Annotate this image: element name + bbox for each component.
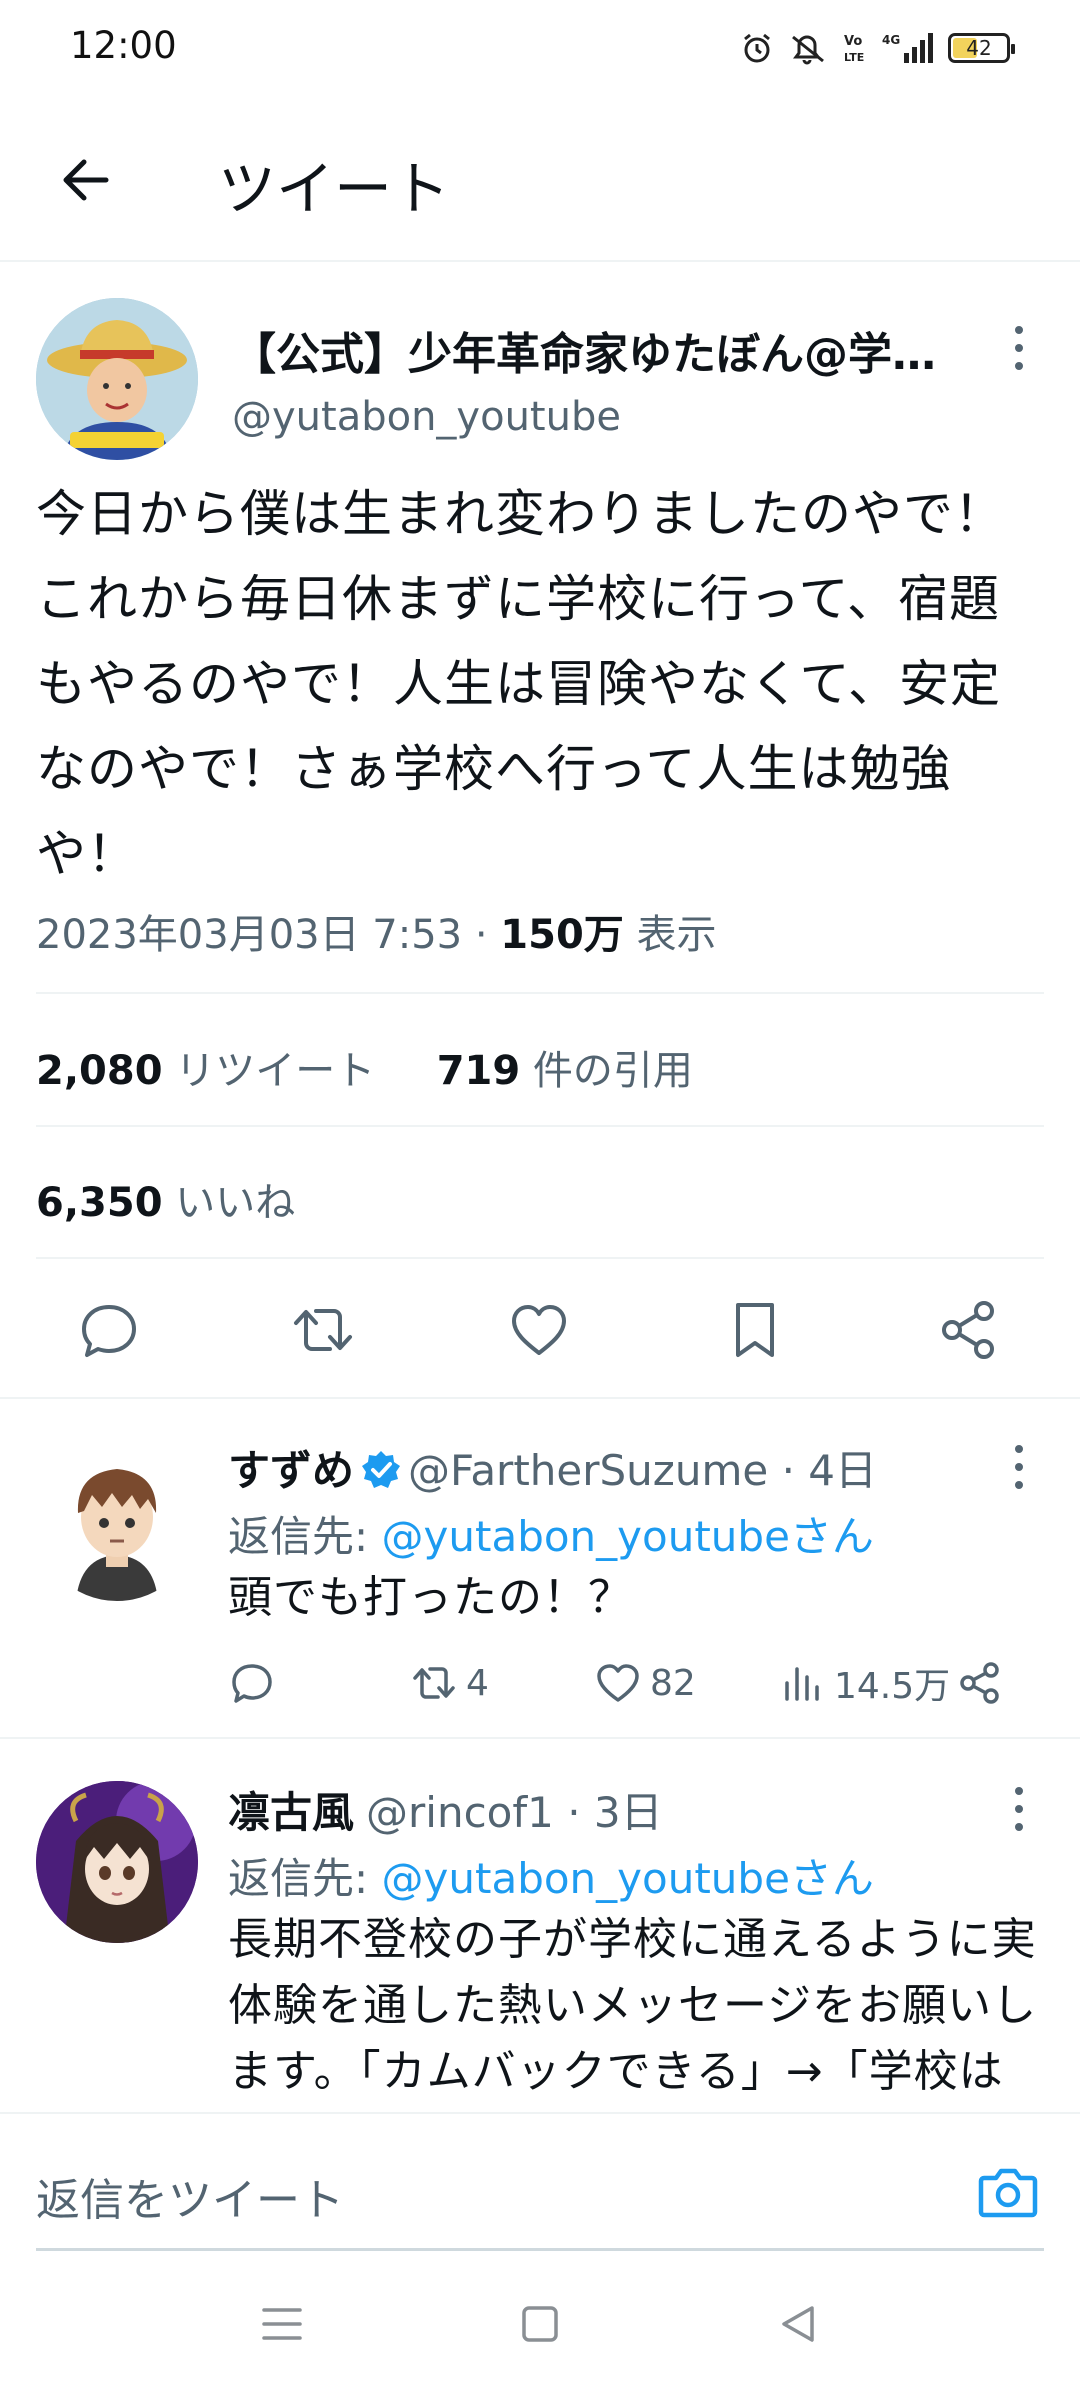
reply-header: 凛古風 @rincof1 · 3日 <box>228 1779 663 1840</box>
retweet-button[interactable]: 4 <box>410 1653 489 1713</box>
reply-item[interactable]: 凛古風 @rincof1 · 3日 返信先: @yutabon_youtubeさん… <box>0 1741 1080 2112</box>
battery-icon: 42 <box>948 33 1015 63</box>
home-square-icon[interactable] <box>512 2296 568 2352</box>
reply-to: 返信先: @yutabon_youtubeさん <box>228 1845 874 1906</box>
quotes-count: 719 <box>436 1048 521 1094</box>
composer-underline <box>36 2248 1044 2251</box>
reply-to: 返信先: @yutabon_youtubeさん <box>228 1503 874 1564</box>
reply-author-name[interactable]: 凛古風 <box>228 1788 354 1837</box>
like-count: 82 <box>650 1662 696 1704</box>
reply-input-placeholder[interactable]: 返信をツイート <box>36 2164 344 2228</box>
divider <box>0 1737 1080 1739</box>
status-time: 12:00 <box>70 24 177 67</box>
back-triangle-icon[interactable] <box>770 2296 826 2352</box>
view-count: 14.5万 <box>834 1666 951 1707</box>
share-button[interactable] <box>956 1653 1004 1713</box>
retweet-count: 4 <box>466 1662 489 1704</box>
reply-composer[interactable]: 返信をツイート <box>0 2112 1080 2252</box>
retweet-quote-stats: 2,080 リツイート 719 件の引用 <box>36 1038 693 1096</box>
reply-text: 頭でも打ったの！？ <box>228 1572 633 1623</box>
reply-author-handle[interactable]: @rincof1 <box>366 1788 554 1837</box>
divider <box>36 992 1044 994</box>
likes-stat[interactable]: 6,350 いいね <box>36 1170 295 1228</box>
reply-to-link[interactable]: @yutabon_youtubeさん <box>382 1854 874 1903</box>
menu-icon[interactable] <box>254 2296 310 2352</box>
reply-avatar[interactable] <box>36 1781 198 1943</box>
arrow-left-icon[interactable] <box>54 148 118 212</box>
reply-action-bar: 4 82 14.5万 <box>228 1653 1028 1713</box>
bookmark-icon[interactable] <box>722 1297 788 1363</box>
top-app-bar: ツイート <box>0 96 1080 262</box>
reply-author-handle[interactable]: @FartherSuzume <box>408 1446 768 1495</box>
retweets-count: 2,080 <box>36 1048 163 1094</box>
retweet-icon[interactable] <box>290 1297 356 1363</box>
likes-label: いいね <box>162 1180 296 1226</box>
views-count: 150万 <box>500 912 624 958</box>
views-bar-chart-icon <box>785 1667 819 1701</box>
page-title: ツイート <box>218 155 451 223</box>
reply-to-label: 返信先: <box>228 1854 382 1903</box>
svg-text:4G: 4G <box>882 33 900 47</box>
reply-to-link[interactable]: @yutabon_youtubeさん <box>382 1512 874 1561</box>
tweet-meta: 2023年03月03日 7:53 · 150万 表示 <box>36 902 717 960</box>
camera-icon[interactable] <box>976 2160 1040 2224</box>
tweet-action-bar <box>0 1259 1080 1397</box>
divider <box>36 1125 1044 1127</box>
retweet-icon <box>413 1667 455 1699</box>
like-icon[interactable] <box>506 1297 572 1363</box>
reply-button[interactable] <box>228 1653 284 1713</box>
display-name[interactable]: 【公式】少年革命家ゆたぼん@学… <box>232 318 936 382</box>
quotes-stat[interactable]: 719 件の引用 <box>437 1048 693 1094</box>
share-icon <box>960 1662 999 1704</box>
views-button[interactable]: 14.5万 <box>778 1653 950 1713</box>
tweet-text: 今日から僕は生まれ変わりましたのやで！これから毎日休まずに学校に行って、宿題もや… <box>36 485 1005 883</box>
alarm-icon <box>744 33 770 63</box>
tweet-timestamp[interactable]: 2023年03月03日 7:53 · <box>36 912 500 958</box>
quotes-label: 件の引用 <box>520 1048 693 1094</box>
more-options-icon[interactable] <box>1004 320 1034 376</box>
verified-badge-icon <box>362 1451 401 1488</box>
reply-time: · 3日 <box>553 1788 663 1837</box>
reply-icon <box>232 1664 272 1703</box>
reply-header: すずめ @FartherSuzume · 4日 <box>228 1437 877 1498</box>
4g-signal-icon: 4G <box>882 33 933 63</box>
reply-item[interactable]: すずめ @FartherSuzume · 4日 返信先: @yutabon_yo… <box>0 1399 1080 1739</box>
share-icon[interactable] <box>936 1297 1002 1363</box>
svg-text:Vo: Vo <box>844 34 862 49</box>
reply-time: · 4日 <box>768 1446 877 1495</box>
system-nav-bar <box>0 2252 1080 2400</box>
svg-text:LTE: LTE <box>844 51 864 64</box>
reply-avatar[interactable] <box>36 1439 198 1601</box>
likes-count: 6,350 <box>36 1180 163 1226</box>
more-options-icon[interactable] <box>1004 1781 1034 1837</box>
reply-icon[interactable] <box>76 1297 142 1363</box>
user-handle[interactable]: @yutabon_youtube <box>232 394 621 440</box>
mute-icon <box>792 35 824 65</box>
more-options-icon[interactable] <box>1004 1439 1034 1495</box>
like-icon <box>597 1664 639 1702</box>
status-icons: Vo LTE 4G 42 <box>740 28 1015 68</box>
retweets-label: リツイート <box>162 1048 376 1094</box>
avatar[interactable] <box>36 298 198 460</box>
reply-author-name[interactable]: すずめ <box>228 1446 354 1495</box>
volte-icon: Vo LTE <box>844 34 864 64</box>
reply-to-label: 返信先: <box>228 1512 382 1561</box>
like-button[interactable]: 82 <box>594 1653 696 1713</box>
reply-text: 長期不登校の子が学校に通えるように実体験を通した熱いメッセージをお願いします。「… <box>228 1914 1038 2097</box>
battery-level: 42 <box>966 36 992 60</box>
status-bar: 12:00 Vo LTE 4G 42 <box>0 0 1080 96</box>
retweets-stat[interactable]: 2,080 リツイート <box>36 1048 375 1094</box>
views-label: 表示 <box>623 912 717 958</box>
